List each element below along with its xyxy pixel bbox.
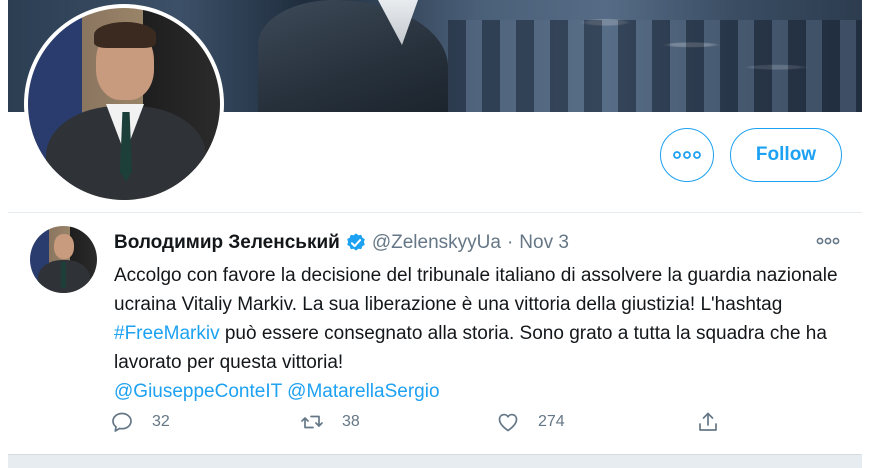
more-dots-icon [816,237,840,245]
banner-crowd [448,20,862,112]
header-separator: · [506,232,514,253]
reply-bubble-icon [112,412,132,432]
tweet-text-part1: Accolgo con favore la decisione del trib… [114,265,838,315]
tweet-text: Accolgo con favore la decisione del trib… [114,261,854,406]
follow-button[interactable]: Follow [730,128,842,182]
heart-icon [498,413,518,432]
retweet-button[interactable]: 38 [300,410,360,434]
mention-link-conte[interactable]: @GiuseppeConteIT [114,381,282,402]
section-divider [8,212,862,213]
like-button[interactable]: 274 [496,410,565,434]
banner-figure [258,0,448,112]
avatar-hair [94,22,156,48]
reply-count: 32 [152,413,170,430]
like-count: 274 [538,413,565,430]
tweet-actions: 32 38 274 [110,410,730,440]
retweet-count: 38 [342,413,360,430]
tweet-avatar-tie [61,262,66,288]
share-button[interactable] [696,410,720,434]
hashtag-link[interactable]: #FreeMarkiv [114,323,220,344]
tweet-date[interactable]: Nov 3 [519,232,569,254]
timeline-gap [8,455,862,468]
tweet-author-name[interactable]: Володимир Зеленський [114,232,340,254]
share-icon [699,412,717,431]
profile-avatar[interactable] [24,4,224,204]
verified-badge-icon [345,232,367,254]
profile-avatar-photo [28,8,220,200]
tweet-author-avatar[interactable] [30,226,97,293]
tweet-text-part2: può essere consegnato alla storia. Sono … [114,323,827,373]
tweet-more-button[interactable] [816,232,840,250]
tweet-author-handle[interactable]: @ZelenskyyUa [372,232,501,254]
tweet-avatar-head [54,234,74,259]
more-dots-icon [673,151,701,159]
retweet-icon [301,415,323,429]
reply-button[interactable]: 32 [110,410,170,434]
mention-link-mattarella[interactable]: @MatarellaSergio [287,381,439,402]
tweet-header: Володимир Зеленський @ZelenskyyUa · Nov … [114,230,569,256]
more-options-button[interactable] [660,128,714,182]
